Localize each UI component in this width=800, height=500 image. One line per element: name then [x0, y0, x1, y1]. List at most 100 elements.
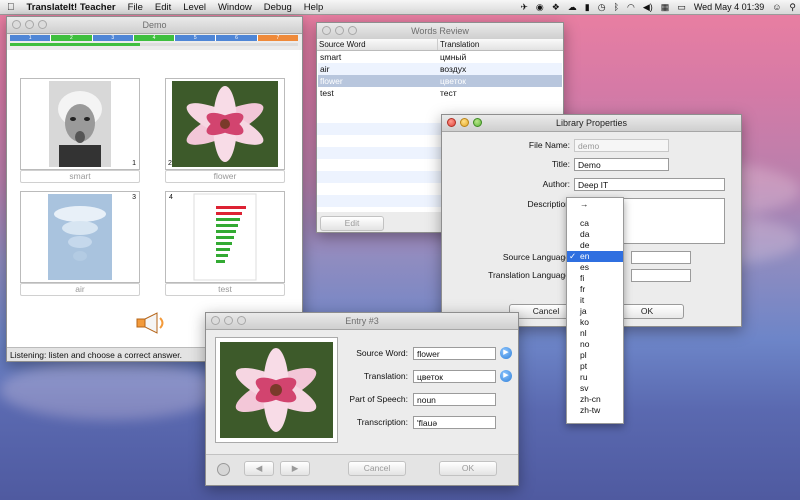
status-area: ✈ ◉ ❖ ☁ ▮ ◷ ᛒ ◠ ◀) ▦ ▭ Wed May 4 01:39 ☺…: [516, 2, 800, 13]
menu-edit[interactable]: Edit: [149, 2, 177, 13]
language-option[interactable]: ru: [567, 372, 623, 383]
part-of-speech-field[interactable]: noun: [413, 393, 496, 406]
close-icon[interactable]: [211, 316, 220, 325]
file-name-field: demo: [574, 139, 669, 152]
edit-button[interactable]: Edit: [320, 216, 384, 231]
segment: 2: [51, 35, 93, 41]
menu-level[interactable]: Level: [177, 2, 212, 13]
cancel-button[interactable]: Cancel: [348, 461, 406, 476]
close-icon[interactable]: [322, 26, 331, 35]
app-menu[interactable]: TranslateIt! Teacher: [21, 2, 122, 13]
language-option[interactable]: sv: [567, 383, 623, 394]
language-option[interactable]: ja: [567, 306, 623, 317]
volume-icon[interactable]: ◀): [639, 2, 657, 13]
card-air[interactable]: 3: [20, 191, 140, 283]
wifi-icon[interactable]: ◠: [623, 2, 639, 13]
card-smart[interactable]: 1: [20, 78, 140, 170]
translation-field[interactable]: цветок: [413, 370, 496, 383]
battery-icon[interactable]: ▭: [673, 2, 690, 13]
minimize-icon[interactable]: [25, 20, 34, 29]
dropdown-arrow-item[interactable]: →: [567, 199, 623, 210]
table-row[interactable]: test тест: [318, 87, 562, 99]
table-row[interactable]: air воздух: [318, 63, 562, 75]
language-option[interactable]: it: [567, 295, 623, 306]
speaker-icon[interactable]: [135, 311, 169, 335]
record-icon[interactable]: [217, 463, 230, 476]
prev-button[interactable]: ◀: [244, 461, 274, 476]
language-option[interactable]: nl: [567, 328, 623, 339]
language-option[interactable]: da: [567, 229, 623, 240]
column-header-translation[interactable]: Translation: [437, 39, 479, 50]
language-option[interactable]: zh-tw: [567, 405, 623, 416]
table-row[interactable]: smart цмный: [318, 51, 562, 63]
card-number: 4: [169, 194, 173, 201]
minimize-icon[interactable]: [460, 118, 469, 127]
language-option[interactable]: es: [567, 262, 623, 273]
cloud-icon[interactable]: ☁: [564, 2, 581, 13]
user-icon[interactable]: ☺: [768, 2, 785, 12]
segment: 7: [257, 35, 298, 41]
ok-button[interactable]: OK: [439, 461, 497, 476]
zoom-icon[interactable]: [237, 316, 246, 325]
language-option[interactable]: pt: [567, 361, 623, 372]
card-caption: flower: [165, 170, 285, 183]
dropbox-icon[interactable]: ❖: [548, 2, 564, 13]
language-option[interactable]: de: [567, 240, 623, 251]
language-option[interactable]: fr: [567, 284, 623, 295]
language-option[interactable]: pl: [567, 350, 623, 361]
time-machine-icon[interactable]: ◷: [594, 2, 610, 13]
window-title: Entry #3: [345, 316, 379, 326]
menu-help[interactable]: Help: [298, 2, 330, 13]
library-titlebar: Library Properties: [442, 115, 741, 132]
close-icon[interactable]: [12, 20, 21, 29]
zoom-icon[interactable]: [348, 26, 357, 35]
menu-debug[interactable]: Debug: [258, 2, 298, 13]
translation-cell: цмный: [440, 52, 467, 62]
title-field[interactable]: Demo: [574, 158, 669, 171]
translation-language-extra-field[interactable]: [631, 269, 691, 282]
next-button[interactable]: ▶: [280, 461, 310, 476]
language-option[interactable]: fi: [567, 273, 623, 284]
spotlight-icon[interactable]: ⚲: [785, 2, 800, 13]
source-language-extra-field[interactable]: [631, 251, 691, 264]
battery-small-icon[interactable]: ▮: [581, 2, 594, 13]
minimize-icon[interactable]: [335, 26, 344, 35]
translator-icon[interactable]: ✈: [516, 2, 532, 13]
clock[interactable]: Wed May 4 01:39: [690, 2, 768, 12]
flag-icon[interactable]: ▦: [657, 2, 674, 13]
zoom-icon[interactable]: [473, 118, 482, 127]
play-translation-icon[interactable]: ▶: [500, 370, 512, 382]
segment: 1: [10, 35, 52, 41]
entry-image-well[interactable]: [215, 337, 338, 443]
source-language-label: Source Language: [502, 252, 570, 262]
language-option-selected[interactable]: ✓ en: [567, 251, 623, 262]
column-header-source[interactable]: Source Word: [319, 39, 366, 50]
description-label: Description: [527, 199, 570, 209]
zoom-icon[interactable]: [38, 20, 47, 29]
segment: 6: [216, 35, 258, 41]
table-row-selected[interactable]: flower цветок: [318, 75, 562, 87]
table-header: Source Word Translation: [317, 39, 563, 51]
author-field[interactable]: Deep IT: [574, 178, 725, 191]
transcription-field[interactable]: 'flauə: [413, 416, 496, 429]
minimize-icon[interactable]: [224, 316, 233, 325]
language-option[interactable]: zh-cn: [567, 394, 623, 405]
menu-file[interactable]: File: [122, 2, 149, 13]
bluetooth-icon[interactable]: ᛒ: [610, 2, 623, 12]
play-source-icon[interactable]: ▶: [500, 347, 512, 359]
close-icon[interactable]: [447, 118, 456, 127]
menu-window[interactable]: Window: [212, 2, 258, 13]
language-option[interactable]: ko: [567, 317, 623, 328]
desktop-cloud: [0, 360, 220, 420]
card-test[interactable]: 4: [165, 191, 285, 283]
language-option[interactable]: no: [567, 339, 623, 350]
card-flower[interactable]: 2: [165, 78, 285, 170]
bird-icon[interactable]: ◉: [532, 2, 548, 13]
card-number: 2: [168, 160, 172, 167]
source-word-field[interactable]: flower: [413, 347, 496, 360]
apple-menu-icon[interactable]: : [0, 2, 21, 13]
window-title: Demo: [142, 20, 167, 30]
language-option[interactable]: ca: [567, 218, 623, 229]
flower-image: [220, 342, 333, 438]
tornado-image: [48, 194, 112, 280]
